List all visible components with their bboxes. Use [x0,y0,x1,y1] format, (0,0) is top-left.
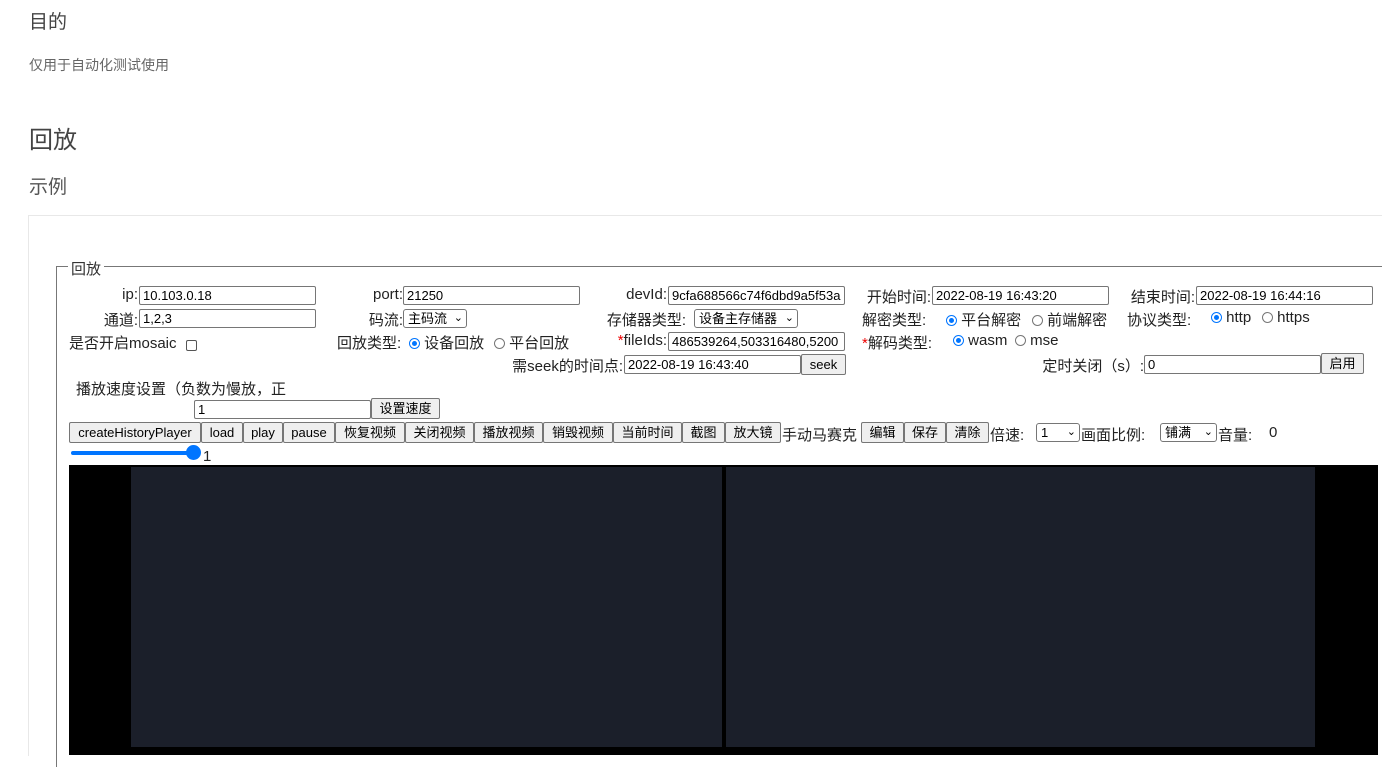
chevron-down-icon: ⌄ [453,312,463,324]
pause-button[interactable]: pause [283,422,335,443]
volume-label: 音量: [1218,427,1253,444]
video-pane-1[interactable] [131,467,722,747]
timer-enable-button[interactable]: 启用 [1321,353,1364,374]
mosaic-edit-button[interactable]: 编辑 [861,422,904,443]
playback-type-option-device-label: 设备回放 [424,335,485,352]
decrypt-option-platform[interactable]: 平台解密 [946,309,1021,330]
port-input[interactable]: 21250 [403,286,580,305]
protocol-option-http[interactable]: http [1211,309,1251,326]
seek-label: 需seek的时间点: [512,358,623,375]
protocol-option-http-label: http [1226,309,1252,326]
fieldset-legend: 回放 [68,258,105,279]
channel-label: 通道: [103,312,138,329]
decrypt-label: 解密类型: [862,312,927,329]
load-button[interactable]: load [201,422,243,443]
radio-checked-icon[interactable] [953,334,964,346]
video-pane-2[interactable] [726,467,1315,747]
chevron-down-icon: ⌄ [1203,426,1213,438]
stream-select-value: 主码流 [408,311,448,326]
timer-label: 定时关闭（s）: [1042,358,1144,375]
devid-label: devId: [626,286,667,303]
decode-label: *解码类型: [862,332,932,353]
fileids-input[interactable]: 486539264,503316480,5200 [668,332,845,351]
end-time-input[interactable]: 2022-08-19 16:44:16 [1196,286,1373,305]
radio-unchecked-icon[interactable] [1015,334,1026,346]
slider-value: 1 [203,448,212,465]
mosaic-label: 是否开启mosaic [69,335,177,352]
playback-type-label: 回放类型: [337,335,402,352]
decode-option-mse-label: mse [1030,332,1059,349]
port-label: port: [372,286,403,303]
play-button[interactable]: play [243,422,283,443]
magnifier-button[interactable]: 放大镜 [725,422,781,443]
decode-label-text: 解码类型: [867,335,933,352]
speed-label: 播放速度设置（负数为慢放，正 [76,381,287,398]
playback-heading: 回放 [29,127,77,154]
mosaic-save-button[interactable]: 保存 [904,422,946,443]
protocol-option-https[interactable]: https [1262,309,1310,326]
chevron-down-icon: ⌄ [784,312,794,324]
ratio-select-value: 铺满 [1165,425,1192,440]
close-video-button[interactable]: 关闭视频 [405,422,474,443]
devid-input[interactable]: 9cfa688566c74f6dbd9a5f53a [668,286,845,305]
mosaic-checkbox[interactable] [186,340,197,352]
start-time-label: 开始时间: [866,289,931,306]
ip-input[interactable]: 10.103.0.18 [139,286,316,305]
rate-select[interactable]: 1 ⌄ [1036,423,1080,442]
decode-option-mse[interactable]: mse [1015,332,1059,349]
volume-slider-track[interactable] [71,451,195,455]
storage-select[interactable]: 设备主存储器 ⌄ [694,309,798,328]
radio-checked-icon[interactable] [1211,311,1222,323]
decrypt-option-frontend-label: 前端解密 [1047,312,1108,329]
volume-slider-thumb[interactable] [186,445,201,460]
decrypt-option-frontend[interactable]: 前端解密 [1032,309,1107,330]
destroy-video-button[interactable]: 销毁视频 [543,422,613,443]
screenshot-button[interactable]: 截图 [682,422,725,443]
decrypt-option-platform-label: 平台解密 [961,312,1022,329]
radio-checked-icon[interactable] [946,314,957,326]
manual-mosaic-label: 手动马赛克 [782,427,858,444]
current-time-button[interactable]: 当前时间 [613,422,682,443]
channel-input[interactable]: 1,2,3 [139,309,316,328]
radio-unchecked-icon[interactable] [1262,311,1273,323]
stream-label: 码流: [368,312,403,329]
example-heading: 示例 [29,177,68,198]
radio-checked-icon[interactable] [409,337,420,349]
rate-label: 倍速: [990,427,1025,444]
purpose-text: 仅用于自动化测试使用 [29,57,169,73]
seek-button[interactable]: seek [801,354,846,375]
fileids-label: *fileIds: [618,332,667,349]
storage-select-value: 设备主存储器 [699,311,778,326]
radio-unchecked-icon[interactable] [1032,314,1043,326]
protocol-label: 协议类型: [1127,312,1192,329]
play-video-button[interactable]: 播放视频 [474,422,543,443]
chevron-down-icon: ⌄ [1066,426,1076,438]
storage-label: 存储器类型: [606,312,686,329]
protocol-option-https-label: https [1277,309,1310,326]
playback-type-option-device[interactable]: 设备回放 [409,332,484,353]
set-speed-button[interactable]: 设置速度 [371,398,440,419]
playback-type-option-platform-label: 平台回放 [509,335,570,352]
decode-option-wasm[interactable]: wasm [953,332,1007,349]
stream-select[interactable]: 主码流 ⌄ [403,309,467,328]
end-time-label: 结束时间: [1130,289,1195,306]
timer-input[interactable]: 0 [1144,355,1321,374]
ratio-select[interactable]: 铺满 ⌄ [1160,423,1217,442]
purpose-heading: 目的 [29,12,68,33]
mosaic-clear-button[interactable]: 清除 [946,422,989,443]
resume-video-button[interactable]: 恢复视频 [335,422,405,443]
playback-type-option-platform[interactable]: 平台回放 [494,332,569,353]
speed-input[interactable]: 1 [194,400,371,419]
create-history-player-button[interactable]: createHistoryPlayer [69,422,201,443]
ip-label: ip: [122,286,138,303]
rate-select-value: 1 [1041,425,1049,440]
ratio-label: 画面比例: [1081,427,1146,444]
radio-unchecked-icon[interactable] [494,337,505,349]
seek-input[interactable]: 2022-08-19 16:43:40 [624,355,801,374]
fileids-label-text: fileIds: [623,332,667,349]
volume-value: 0 [1269,424,1278,441]
decode-option-wasm-label: wasm [968,332,1008,349]
start-time-input[interactable]: 2022-08-19 16:43:20 [932,286,1109,305]
